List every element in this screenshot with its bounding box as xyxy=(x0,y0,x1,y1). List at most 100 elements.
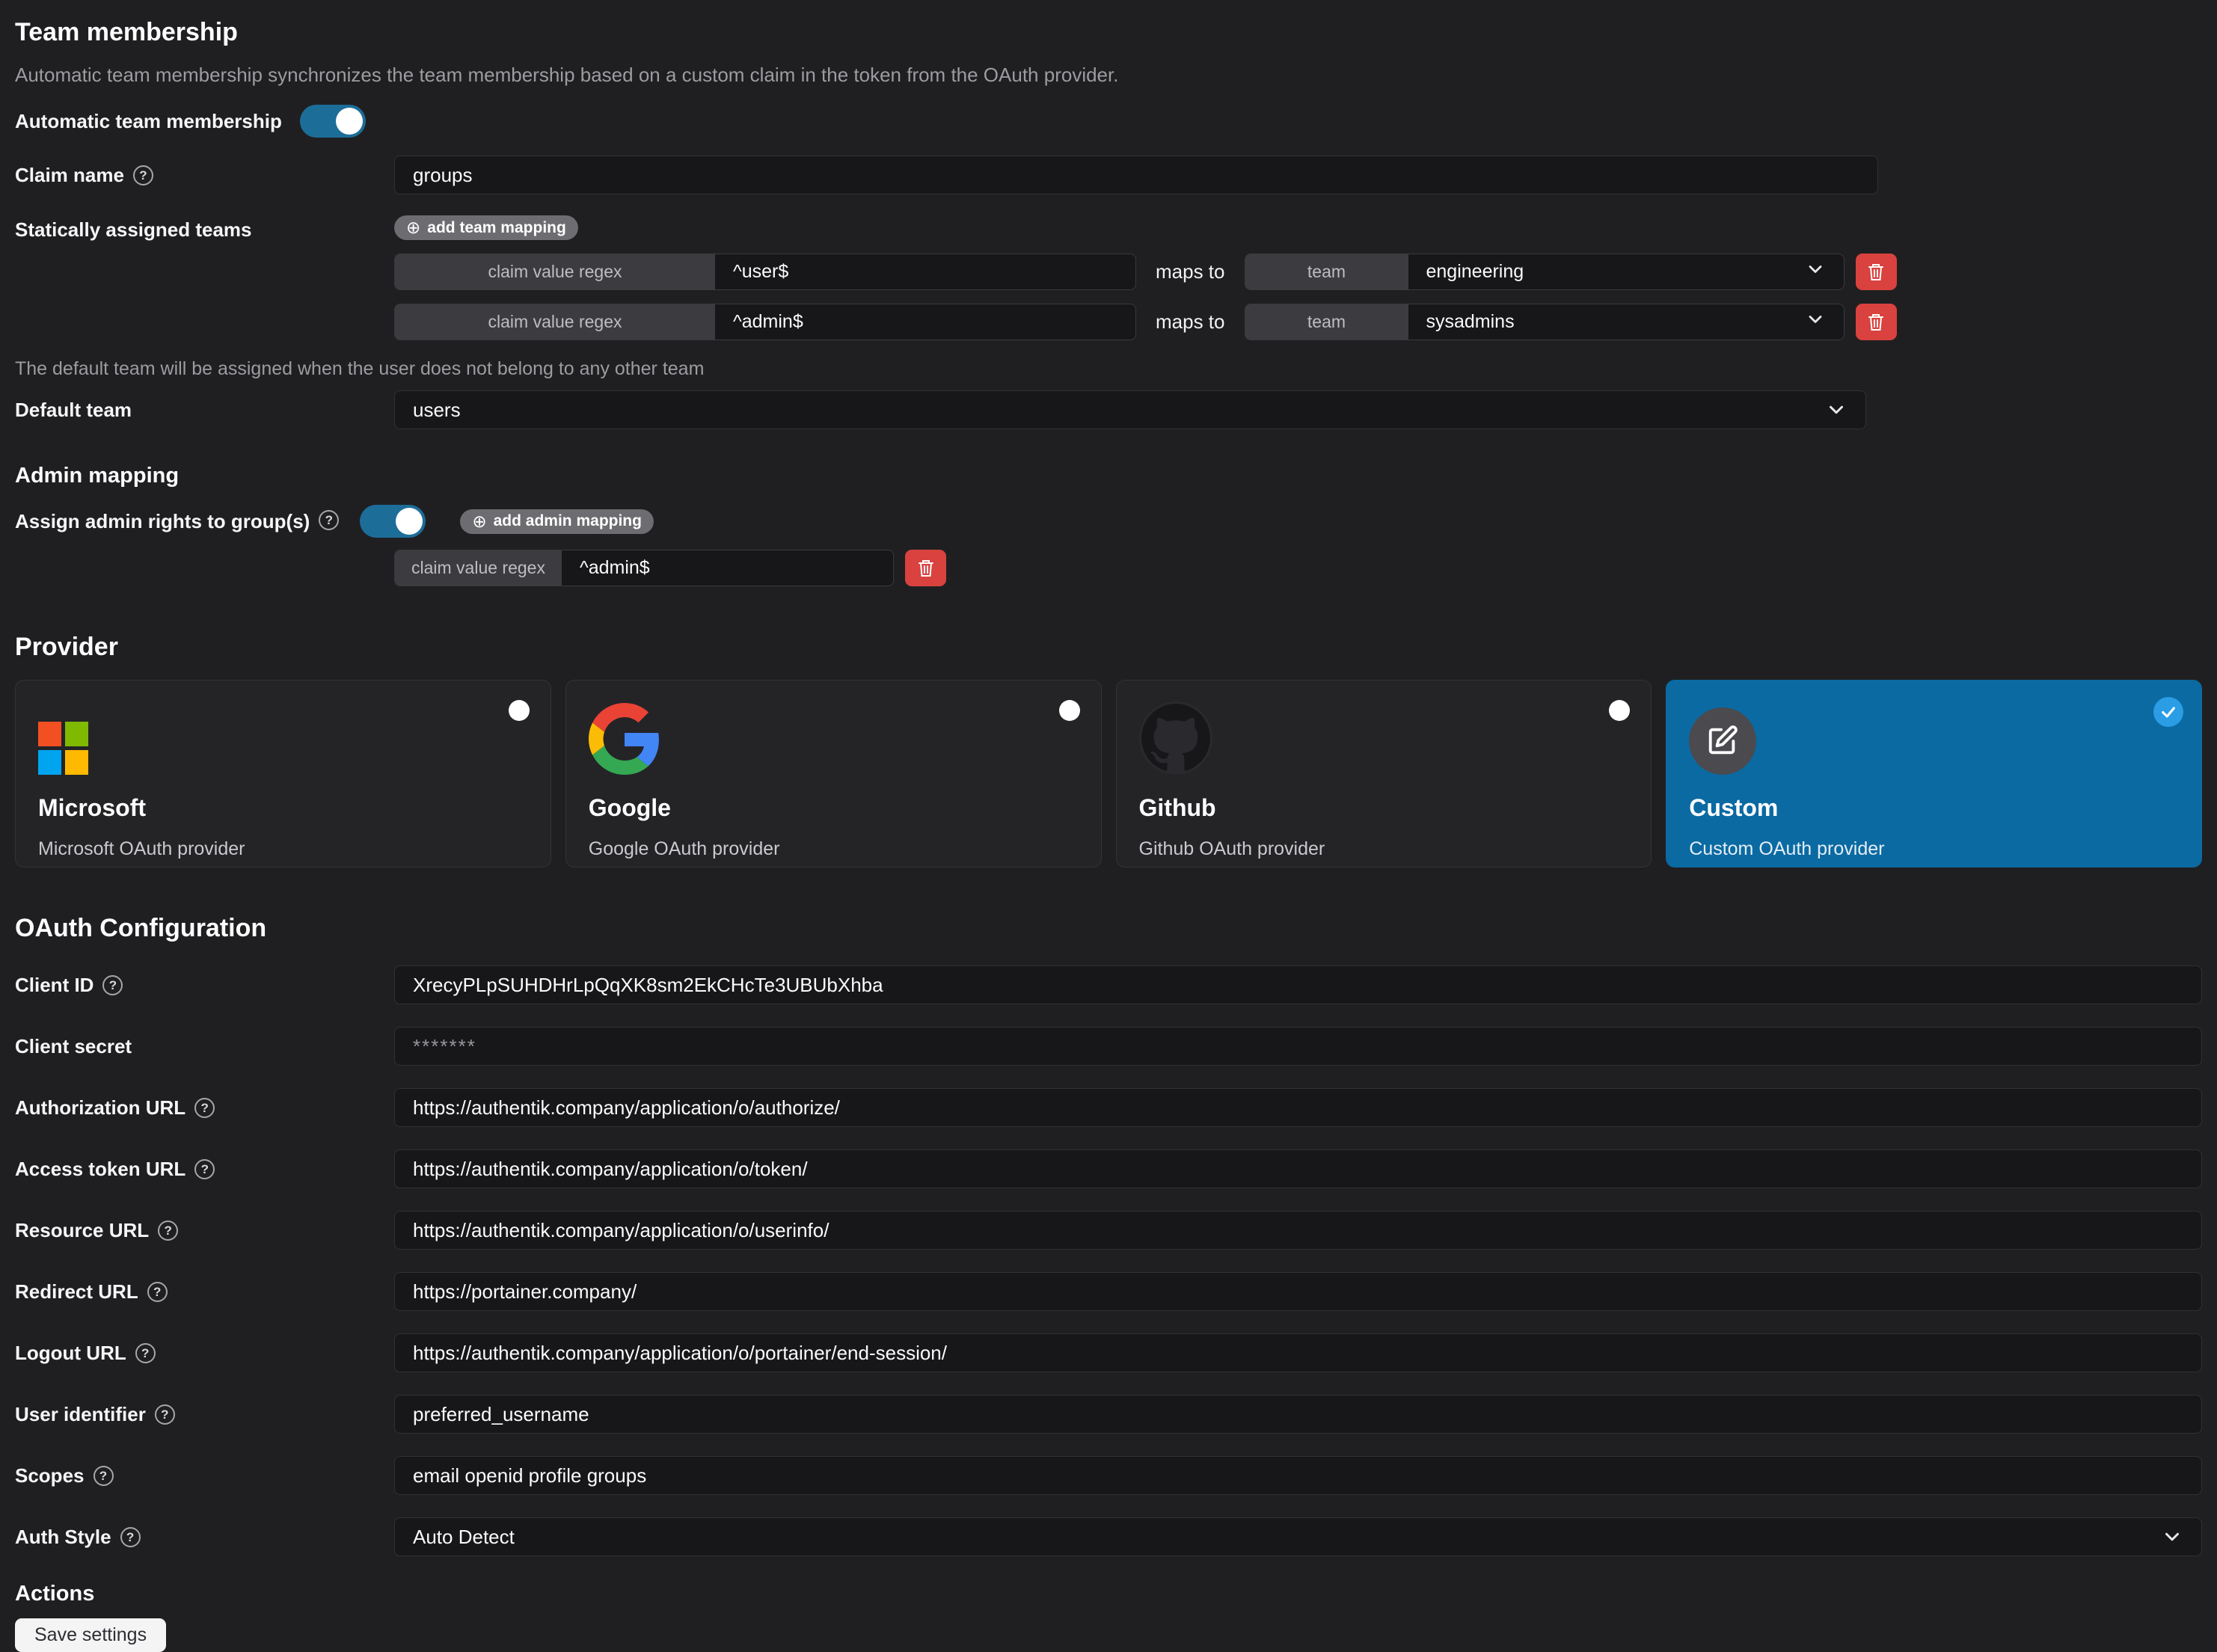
add-team-mapping-button[interactable]: ⊕ add team mapping xyxy=(394,215,578,240)
default-team-row: Default team users xyxy=(15,390,2202,429)
actions-title: Actions xyxy=(15,1582,2202,1606)
access-token-url-row: Access token URL ? https://authentik.com… xyxy=(15,1149,2202,1188)
auth-style-value: Auto Detect xyxy=(413,1526,515,1549)
client-secret-label: Client secret xyxy=(15,1035,132,1058)
radio-selected-check-icon[interactable] xyxy=(2153,697,2183,727)
provider-card-name: Google xyxy=(589,794,1079,822)
help-icon[interactable]: ? xyxy=(194,1159,215,1179)
help-icon[interactable]: ? xyxy=(155,1404,175,1425)
team-select[interactable]: engineering xyxy=(1408,254,1844,289)
access-token-url-input[interactable]: https://authentik.company/application/o/… xyxy=(394,1149,2202,1188)
radio-unselected-icon[interactable] xyxy=(1059,700,1080,721)
maps-to-label: maps to xyxy=(1156,260,1225,283)
claim-name-label: Claim name xyxy=(15,164,124,187)
provider-card-github[interactable]: Github Github OAuth provider xyxy=(1116,680,1652,868)
default-team-select[interactable]: users xyxy=(394,390,1866,429)
team-select[interactable]: sysadmins xyxy=(1408,304,1844,340)
toggle-knob xyxy=(336,108,363,135)
help-icon[interactable]: ? xyxy=(319,510,339,530)
claim-regex-input[interactable]: ^admin$ xyxy=(715,304,1135,340)
statically-assigned-teams-label: Statically assigned teams xyxy=(15,218,394,242)
edit-pen-square-icon xyxy=(1705,724,1740,758)
circle-plus-icon: ⊕ xyxy=(406,219,420,236)
provider-card-description: Custom OAuth provider xyxy=(1689,838,2179,860)
authorization-url-input[interactable]: https://authentik.company/application/o/… xyxy=(394,1088,2202,1127)
scopes-label: Scopes xyxy=(15,1464,85,1487)
client-secret-input[interactable]: ******* xyxy=(394,1027,2202,1066)
assign-admin-rights-toggle[interactable] xyxy=(360,505,426,538)
delete-admin-mapping-button[interactable] xyxy=(905,550,946,586)
logout-url-label: Logout URL xyxy=(15,1342,126,1365)
automatic-team-membership-toggle[interactable] xyxy=(300,105,366,138)
help-icon[interactable]: ? xyxy=(120,1527,141,1547)
help-icon[interactable]: ? xyxy=(147,1282,168,1302)
oauth-configuration-title: OAuth Configuration xyxy=(15,914,2202,943)
provider-card-google[interactable]: Google Google OAuth provider xyxy=(565,680,1102,868)
access-token-url-label: Access token URL xyxy=(15,1158,185,1181)
help-icon[interactable]: ? xyxy=(93,1466,114,1486)
provider-card-description: Github OAuth provider xyxy=(1139,838,1629,860)
provider-card-name: Microsoft xyxy=(38,794,528,822)
auth-style-select[interactable]: Auto Detect xyxy=(394,1517,2202,1556)
provider-card-custom[interactable]: Custom Custom OAuth provider xyxy=(1666,680,2202,868)
claim-regex-addon: claim value regex xyxy=(395,304,715,340)
oauth-settings-page: Team membership Automatic team membershi… xyxy=(0,0,2217,1652)
redirect-url-label: Redirect URL xyxy=(15,1280,138,1304)
team-membership-title: Team membership xyxy=(15,18,2202,47)
provider-grid: Microsoft Microsoft OAuth provider Googl… xyxy=(15,680,2202,868)
maps-to-label: maps to xyxy=(1156,310,1225,334)
claim-name-input[interactable]: groups xyxy=(394,156,1878,194)
provider-card-description: Microsoft OAuth provider xyxy=(38,838,528,860)
team-select-value: engineering xyxy=(1426,261,1524,283)
claim-regex-input[interactable]: ^admin$ xyxy=(562,550,893,586)
provider-card-description: Google OAuth provider xyxy=(589,838,1079,860)
resource-url-input[interactable]: https://authentik.company/application/o/… xyxy=(394,1211,2202,1250)
client-id-input[interactable]: XrecyPLpSUHDHrLpQqXK8sm2EkCHcTe3UBUbXhba xyxy=(394,965,2202,1004)
redirect-url-row: Redirect URL ? https://portainer.company… xyxy=(15,1272,2202,1311)
help-icon[interactable]: ? xyxy=(135,1343,156,1363)
claim-regex-group: claim value regex ^admin$ xyxy=(394,304,1136,340)
team-select-group: team sysadmins xyxy=(1245,304,1845,340)
claim-regex-group: claim value regex ^admin$ xyxy=(394,550,894,586)
authorization-url-row: Authorization URL ? https://authentik.co… xyxy=(15,1088,2202,1127)
authorization-url-label: Authorization URL xyxy=(15,1096,185,1120)
circle-plus-icon: ⊕ xyxy=(472,513,486,530)
provider-card-microsoft[interactable]: Microsoft Microsoft OAuth provider xyxy=(15,680,551,868)
save-settings-button[interactable]: Save settings xyxy=(15,1618,166,1652)
redirect-url-input[interactable]: https://portainer.company/ xyxy=(394,1272,2202,1311)
provider-card-name: Custom xyxy=(1689,794,2179,822)
delete-team-mapping-button[interactable] xyxy=(1856,304,1897,340)
claim-regex-addon: claim value regex xyxy=(395,550,562,586)
microsoft-logo-icon xyxy=(38,722,88,775)
scopes-row: Scopes ? email openid profile groups xyxy=(15,1456,2202,1495)
chevron-down-icon xyxy=(2161,1526,2183,1548)
delete-team-mapping-button[interactable] xyxy=(1856,254,1897,290)
automatic-team-membership-row: Automatic team membership xyxy=(15,105,2202,138)
help-icon[interactable]: ? xyxy=(133,165,153,185)
provider-card-name: Github xyxy=(1139,794,1629,822)
add-admin-mapping-button[interactable]: ⊕ add admin mapping xyxy=(460,509,654,534)
user-identifier-row: User identifier ? preferred_username xyxy=(15,1395,2202,1434)
scopes-input[interactable]: email openid profile groups xyxy=(394,1456,2202,1495)
help-icon[interactable]: ? xyxy=(194,1098,215,1118)
resource-url-row: Resource URL ? https://authentik.company… xyxy=(15,1211,2202,1250)
claim-regex-input[interactable]: ^user$ xyxy=(715,254,1135,289)
assign-admin-rights-row: Assign admin rights to group(s) ? ⊕ add … xyxy=(15,505,2202,538)
help-icon[interactable]: ? xyxy=(102,975,123,995)
team-mapping-row: claim value regex ^user$ maps to team en… xyxy=(394,254,2202,290)
default-team-value: users xyxy=(413,399,461,422)
client-secret-row: Client secret ******* xyxy=(15,1027,2202,1066)
chevron-down-icon xyxy=(1805,259,1826,285)
trash-icon xyxy=(917,559,935,578)
help-icon[interactable]: ? xyxy=(158,1220,178,1241)
team-addon: team xyxy=(1245,304,1408,340)
default-team-label: Default team xyxy=(15,399,394,422)
logout-url-input[interactable]: https://authentik.company/application/o/… xyxy=(394,1333,2202,1372)
trash-icon xyxy=(1867,313,1885,332)
user-identifier-input[interactable]: preferred_username xyxy=(394,1395,2202,1434)
assign-admin-rights-label: Assign admin rights to group(s) xyxy=(15,510,310,533)
trash-icon xyxy=(1867,262,1885,282)
claim-regex-addon: claim value regex xyxy=(395,254,715,289)
radio-unselected-icon[interactable] xyxy=(509,700,530,721)
auth-style-label: Auth Style xyxy=(15,1526,111,1549)
